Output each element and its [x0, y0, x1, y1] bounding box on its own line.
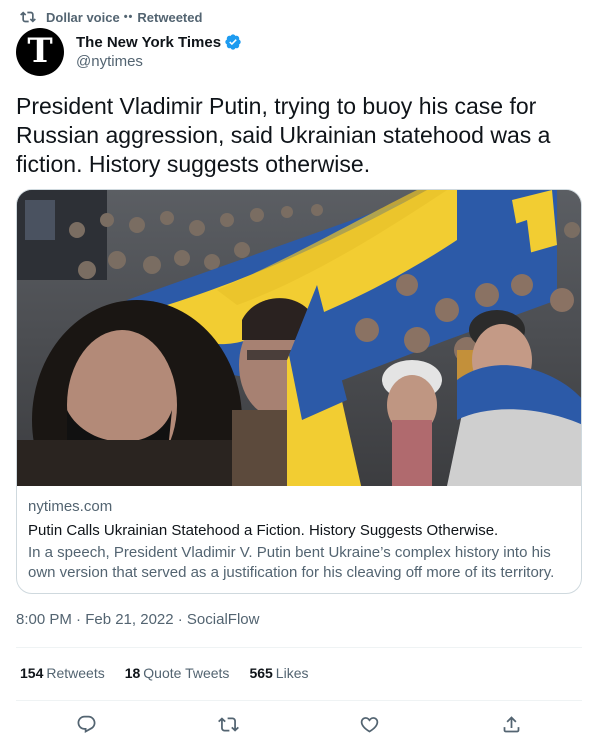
retweets-stat[interactable]: 154 Retweets [20, 665, 105, 681]
likes-stat[interactable]: 565 Likes [249, 665, 308, 681]
card-title: Putin Calls Ukrainian Statehood a Fictio… [28, 522, 499, 539]
avatar[interactable]: T [16, 28, 64, 76]
author-name-row[interactable]: The New York Times [76, 32, 242, 52]
share-button[interactable] [494, 707, 528, 741]
card-description: In a speech, President Vladimir V. Putin… [28, 544, 555, 581]
quote-tweets-stat[interactable]: 18 Quote Tweets [125, 665, 230, 681]
retweets-count: 154 [20, 665, 44, 681]
link-card[interactable]: nytimes.com Putin Calls Ukrainian Stateh… [16, 189, 582, 594]
card-image[interactable] [17, 190, 581, 486]
retweeted-label: Retweeted [137, 9, 203, 25]
ukrainian-flag-crowd-photo [17, 190, 581, 486]
nyt-logo: T [27, 31, 53, 71]
author-info[interactable]: The New York Times @nytimes [76, 32, 242, 70]
retweet-context[interactable]: Dollar voice •• Retweeted [20, 8, 202, 26]
tweet-text: President Vladimir Putin, trying to buoy… [16, 93, 551, 177]
retweet-icon [20, 11, 36, 23]
verified-badge-icon [225, 34, 241, 50]
divider [16, 647, 582, 648]
card-domain: nytimes.com [28, 498, 113, 515]
like-icon [360, 716, 379, 733]
reply-button[interactable] [70, 707, 104, 741]
author-handle[interactable]: @nytimes [76, 53, 242, 70]
retweeter-name[interactable]: Dollar voice [46, 10, 120, 25]
retweets-label: Retweets [46, 665, 105, 681]
engagement-stats: 154 Retweets 18 Quote Tweets 565 Likes [20, 665, 328, 681]
likes-label: Likes [275, 665, 309, 681]
retweeter-emoji: •• [123, 11, 134, 23]
quote-tweets-label: Quote Tweets [143, 665, 230, 681]
like-button[interactable] [353, 707, 387, 741]
action-bar [16, 707, 582, 741]
reply-icon [77, 715, 96, 733]
retweet-icon [217, 716, 239, 732]
quote-tweets-count: 18 [124, 665, 141, 681]
retweet-button[interactable] [211, 707, 245, 741]
share-icon [503, 715, 520, 732]
likes-count: 565 [249, 665, 273, 681]
card-body[interactable]: nytimes.com Putin Calls Ukrainian Stateh… [17, 486, 581, 583]
author-name[interactable]: The New York Times [76, 34, 221, 51]
tweet-timestamp[interactable]: 8:00 PM · Feb 21, 2022 · SocialFlow [16, 611, 259, 628]
divider [16, 700, 582, 701]
